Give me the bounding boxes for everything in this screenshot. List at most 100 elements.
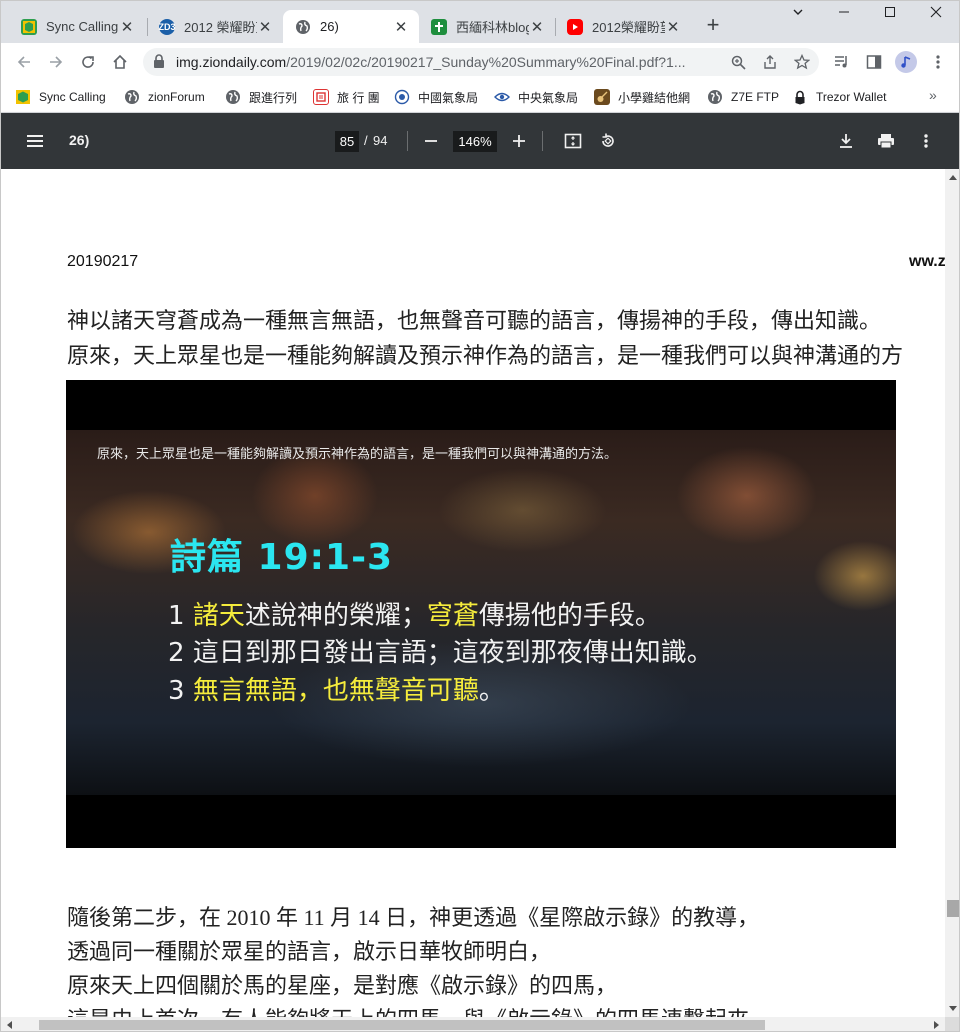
forward-button[interactable] xyxy=(43,49,69,75)
bookmark-label: 小學雞結他網 xyxy=(618,90,691,105)
paragraph-line: 原來，天上眾星也是一種能夠解讀及預示神作為的語言，是一種我們可以與神溝通的方 xyxy=(67,343,904,368)
close-tab-icon[interactable]: ✕ xyxy=(119,18,135,36)
pdf-page[interactable]: 20190217 ww.z 神以諸天穹蒼成為一種無言無語，也無聲音可聽的語言，傳… xyxy=(1,169,945,1017)
close-tab-icon[interactable]: ✕ xyxy=(257,18,273,36)
bookmark-travel[interactable]: 旅 行 團 xyxy=(313,86,380,108)
vertical-scrollbar[interactable] xyxy=(945,169,959,1017)
tab-pdf-active[interactable]: 26) ✕ xyxy=(283,10,419,43)
zoom-level-input[interactable]: 146% xyxy=(453,131,497,152)
close-tab-icon[interactable]: ✕ xyxy=(393,18,409,36)
toolbar-divider xyxy=(542,131,543,151)
paragraph-line: 透過同一種關於眾星的語言，啟示日華牧師明白， xyxy=(67,939,552,964)
music-note-icon xyxy=(901,56,911,68)
home-button[interactable] xyxy=(107,49,133,75)
tab-strip: Sync Calling ✕ ZD3 2012 榮耀盼望 ✕ 26) ✕ 西緬科… xyxy=(1,1,959,43)
menu-hamburger-icon[interactable] xyxy=(25,131,45,151)
horizontal-scrollbar[interactable] xyxy=(1,1017,945,1031)
bookmark-label: 旅 行 團 xyxy=(337,90,380,105)
scroll-down-arrow-icon[interactable] xyxy=(949,1006,957,1011)
minus-icon xyxy=(425,140,437,142)
psalm-reference-title: 詩篇 19:1-3 xyxy=(170,537,394,578)
bookmark-label: Trezor Wallet xyxy=(816,90,887,104)
back-button[interactable] xyxy=(11,49,37,75)
total-pages: 94 xyxy=(373,133,388,148)
scroll-up-arrow-icon[interactable] xyxy=(949,175,957,180)
bookmark-guitar[interactable]: 小學雞結他網 xyxy=(594,86,690,108)
media-controls-icon[interactable] xyxy=(833,53,851,71)
bookmark-cwb[interactable]: 中央氣象局 xyxy=(494,86,578,108)
bookmark-sync-calling[interactable]: Sync Calling xyxy=(15,86,106,108)
globe-icon xyxy=(225,89,241,105)
url-text[interactable]: img.ziondaily.com/2019/02/02c/20190217_S… xyxy=(176,54,716,70)
tab-search-chevron-icon[interactable] xyxy=(783,5,813,27)
bookmark-followup[interactable]: 跟進行列 xyxy=(225,86,297,108)
bookmark-label: 跟進行列 xyxy=(249,90,298,105)
more-bookmarks-chevron-icon[interactable]: » xyxy=(929,87,937,103)
bookmark-trezor[interactable]: Trezor Wallet xyxy=(792,86,886,108)
close-window-button[interactable] xyxy=(921,5,951,27)
bookmark-zionforum[interactable]: zionForum xyxy=(124,86,205,108)
print-button[interactable] xyxy=(875,130,897,152)
download-button[interactable] xyxy=(835,130,857,152)
tab-title: 2012 榮耀盼望 xyxy=(184,20,257,35)
toolbar-divider xyxy=(407,131,408,151)
side-panel-icon[interactable] xyxy=(865,53,883,71)
download-icon xyxy=(840,134,852,148)
rotate-icon xyxy=(602,133,614,147)
zd-icon: ZD3 xyxy=(159,18,176,35)
paragraph-line: 這是史上首次，有人能夠將天上的四馬，與《啟示錄》的四馬連繫起來 xyxy=(67,1002,749,1017)
bookmark-ftp[interactable]: Z7E FTP xyxy=(707,86,779,108)
address-bar[interactable]: img.ziondaily.com/2019/02/02c/20190217_S… xyxy=(143,48,819,76)
more-options-icon[interactable] xyxy=(915,130,937,152)
bookmark-star-icon[interactable] xyxy=(793,53,811,71)
lock-icon xyxy=(792,89,808,105)
paragraph-line: 隨後第二步，在 2010 年 11 月 14 日，神更透過《星際啟示錄》的教導， xyxy=(67,905,760,930)
weather-icon xyxy=(394,89,410,105)
browser-toolbar: img.ziondaily.com/2019/02/02c/20190217_S… xyxy=(1,43,959,81)
maximize-button[interactable] xyxy=(875,5,905,27)
bookmark-cma[interactable]: 中國氣象局 xyxy=(394,86,478,108)
home-icon xyxy=(113,54,127,69)
cross-icon xyxy=(431,18,447,35)
scrollbar-corner xyxy=(945,1017,959,1031)
vertical-scroll-thumb[interactable] xyxy=(947,900,959,917)
browser-window: Sync Calling ✕ ZD3 2012 榮耀盼望 ✕ 26) ✕ 西緬科… xyxy=(0,0,960,1032)
fit-to-page-button[interactable] xyxy=(562,130,584,152)
page-header-date: 20190217 xyxy=(67,253,139,270)
close-tab-icon[interactable]: ✕ xyxy=(665,18,681,36)
bookmarks-bar: Sync Calling zionForum 跟進行列 旅 行 團 中國氣象局 xyxy=(1,81,959,113)
minimize-button[interactable] xyxy=(829,5,859,27)
youtube-icon xyxy=(567,18,583,35)
rotate-button[interactable] xyxy=(597,130,619,152)
current-page-input[interactable]: 85 xyxy=(335,131,359,152)
page-header-website: ww.z xyxy=(909,253,945,270)
psalm-verse-3: 3 無言無語，也無聲音可聽。 xyxy=(168,676,505,706)
zoom-out-button[interactable] xyxy=(420,130,442,152)
kebab-menu-icon[interactable] xyxy=(929,53,947,71)
page-separator: / xyxy=(364,133,368,148)
paragraph-line: 神以諸天穹蒼成為一種無言無語，也無聲音可聽的語言，傳揚神的手段，傳出知識。 xyxy=(67,308,882,333)
forward-arrow-icon xyxy=(50,56,63,68)
plus-icon xyxy=(513,135,525,147)
bookmark-label: zionForum xyxy=(148,90,205,104)
profile-avatar[interactable] xyxy=(895,51,917,73)
scroll-right-arrow-icon[interactable] xyxy=(934,1021,939,1029)
tab-blog[interactable]: 西緬科林blog ✕ xyxy=(419,10,555,43)
globe-icon xyxy=(295,19,311,35)
zoom-icon[interactable] xyxy=(729,53,747,71)
tab-title: 26) xyxy=(320,19,339,34)
new-tab-button[interactable]: + xyxy=(701,14,725,38)
tab-youtube[interactable]: 2012榮耀盼望 ✕ xyxy=(555,10,691,43)
back-arrow-icon xyxy=(17,56,30,68)
scroll-left-arrow-icon[interactable] xyxy=(7,1021,12,1029)
share-icon[interactable] xyxy=(761,53,779,71)
embedded-video-frame: 原來，天上眾星也是一種能夠解讀及預示神作為的語言，是一種我們可以與神溝通的方法。… xyxy=(66,380,896,848)
tab-2012-glory[interactable]: ZD3 2012 榮耀盼望 ✕ xyxy=(147,10,283,43)
tab-sync-calling[interactable]: Sync Calling ✕ xyxy=(9,10,145,43)
horizontal-scroll-thumb[interactable] xyxy=(39,1020,765,1030)
lock-icon[interactable] xyxy=(153,54,165,73)
close-tab-icon[interactable]: ✕ xyxy=(529,18,545,36)
pdf-title: 26) xyxy=(69,132,90,148)
zoom-in-button[interactable] xyxy=(508,130,530,152)
reload-button[interactable] xyxy=(75,49,101,75)
